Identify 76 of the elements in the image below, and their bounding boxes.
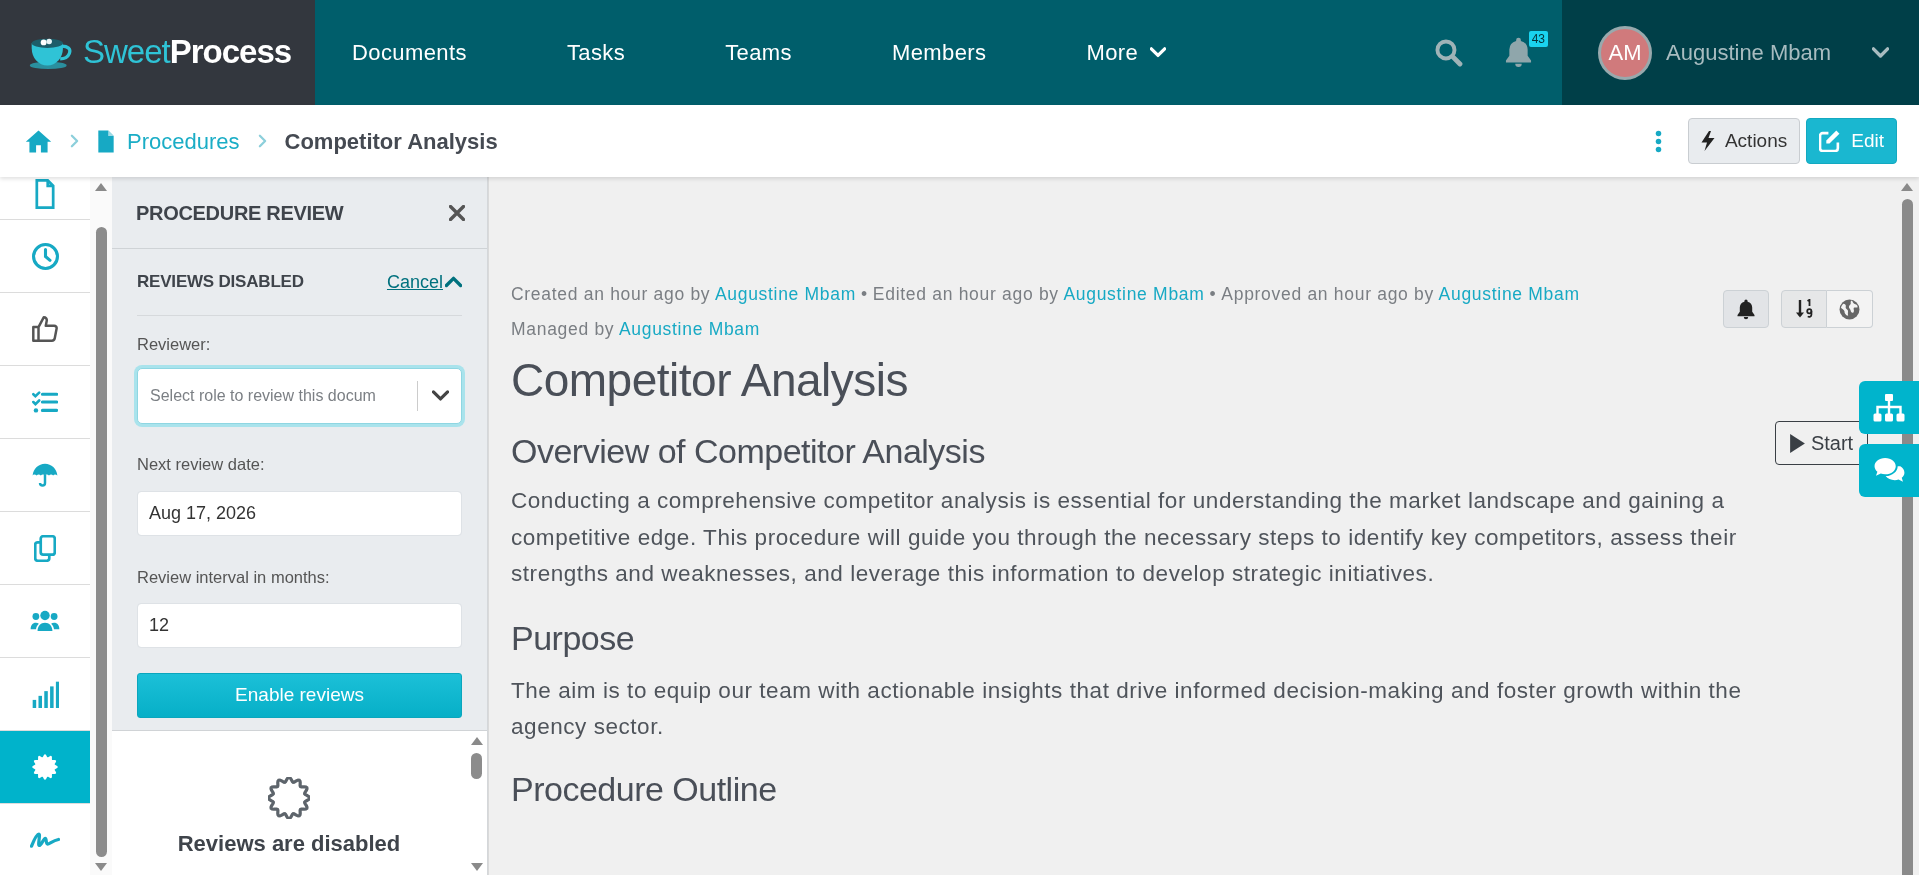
scroll-down-icon[interactable]	[95, 863, 107, 871]
chat-tab[interactable]	[1859, 444, 1919, 497]
scroll-up-icon[interactable]	[470, 737, 483, 745]
signal-bars-icon	[31, 680, 59, 708]
bullet-separator: •	[1209, 284, 1217, 304]
file-icon	[97, 129, 115, 153]
search-icon[interactable]	[1435, 38, 1463, 67]
document-title: Competitor Analysis	[511, 355, 908, 405]
breadcrumb-current: Competitor Analysis	[284, 127, 498, 156]
nav-link[interactable]: More	[1086, 36, 1167, 69]
meta-text: Edited an hour ago by	[872, 284, 1059, 304]
bell-icon[interactable]	[1505, 37, 1532, 68]
reviewer-select[interactable]: Select role to review this docum	[137, 368, 462, 424]
scroll-down-icon[interactable]	[470, 863, 483, 871]
cancel-link[interactable]: Cancel	[386, 268, 462, 296]
scrollbar-thumb[interactable]	[471, 753, 482, 779]
users-icon	[30, 610, 60, 632]
chevron-down-icon	[432, 390, 449, 402]
umbrella-icon	[32, 463, 58, 487]
home-icon	[25, 129, 52, 153]
nav-link[interactable]: Tasks	[566, 36, 626, 69]
signature-icon	[30, 831, 60, 849]
scroll-up-icon[interactable]	[1901, 183, 1913, 191]
lightning-icon	[1700, 131, 1715, 151]
meta-text: Approved an hour ago by	[1221, 284, 1434, 304]
section-heading: Procedure Outline	[511, 768, 777, 809]
seal-icon	[32, 754, 58, 780]
chevron-down-icon	[1872, 46, 1889, 59]
chat-icon	[1873, 457, 1905, 484]
home-link[interactable]	[25, 129, 52, 153]
review-interval-field[interactable]: 12	[137, 603, 462, 648]
seal-outline-icon	[268, 777, 310, 819]
section-text: Conducting a comprehensive competitor analysis is essential for understanding the market landscape and gaining a competitive edge. This procedure will guide you through the necessary steps to identify key competitors, assess their strengths and weaknesses, and leverage this information to develop strategic initiatives.	[511, 487, 1738, 588]
more-options-icon[interactable]	[1654, 129, 1662, 153]
meta-text: Managed by	[511, 319, 615, 339]
empty-state-text: Reviews are disabled	[177, 830, 401, 858]
chevron-right-icon	[70, 134, 79, 148]
nav-link[interactable]: Teams	[725, 36, 792, 69]
section-heading: Overview of Competitor Analysis	[511, 431, 985, 471]
sort-numeric-icon	[1794, 299, 1814, 319]
field-label: Review interval in months:	[137, 567, 331, 588]
edit-icon	[1819, 130, 1842, 152]
thumbs-up-icon	[32, 316, 58, 342]
status-label: REVIEWS DISABLED	[137, 271, 304, 294]
notify-button[interactable]	[1723, 290, 1769, 328]
chevron-down-icon	[1150, 47, 1167, 58]
bell-icon	[1737, 298, 1755, 320]
review-date-field[interactable]: Aug 17, 2026	[137, 491, 462, 536]
section-heading: Purpose	[511, 617, 635, 658]
actions-button[interactable]: Actions	[1687, 118, 1801, 164]
clock-icon	[31, 242, 59, 270]
sort-button[interactable]	[1781, 290, 1827, 328]
copy-icon	[34, 534, 56, 562]
scroll-up-icon[interactable]	[95, 183, 107, 191]
org-chart-tab[interactable]	[1859, 381, 1919, 434]
user-menu[interactable]: AM Augustine Mbam	[1562, 0, 1919, 105]
bullet-separator: •	[861, 284, 868, 304]
play-icon	[1789, 433, 1805, 453]
user-avatar: AM	[1598, 25, 1652, 80]
app-logo[interactable]: SweetProcess	[28, 34, 292, 71]
notification-count: 43	[1528, 31, 1548, 47]
file-outline-icon	[35, 179, 55, 209]
checklist-icon	[32, 391, 58, 413]
panel-title: PROCEDURE REVIEW	[136, 200, 344, 226]
close-icon[interactable]	[449, 204, 465, 221]
section-text: The aim is to equip our team with actionable insights that drive informed decision-making and foster growth within the agency sector.	[511, 676, 1743, 741]
sitemap-icon	[1873, 393, 1905, 422]
meta-text: Created an hour ago by	[511, 284, 711, 304]
field-label: Reviewer:	[137, 334, 212, 355]
scrollbar-thumb[interactable]	[95, 227, 107, 857]
field-label: Next review date:	[137, 454, 266, 475]
globe-icon	[1839, 298, 1860, 320]
nav-link[interactable]: Documents	[352, 36, 467, 69]
chevron-right-icon	[257, 134, 267, 148]
globe-button[interactable]	[1827, 290, 1873, 328]
nav-link[interactable]: Members	[891, 36, 987, 69]
